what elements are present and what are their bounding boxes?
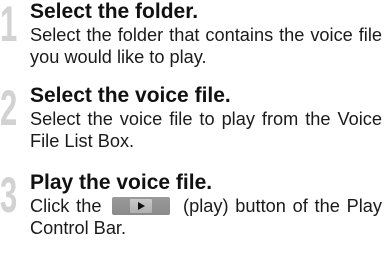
- step-2: 2 Select the voice file. Select the voic…: [0, 80, 385, 164]
- play-button-face: [130, 199, 153, 213]
- step-body-3-before: Click the: [30, 196, 102, 216]
- step-1: 1 Select the folder. Select the folder t…: [0, 0, 385, 80]
- step-body-2: Select the voice file to play from the V…: [30, 109, 382, 151]
- step-body-1: Select the folder that contains the voic…: [30, 25, 382, 67]
- step-number-3: 3: [0, 167, 18, 223]
- step-title-3: Play the voice file.: [30, 171, 213, 194]
- step-body-3: Click the (play) button of the Play Cont…: [30, 195, 382, 239]
- step-3: 3 Play the voice file. Click the (play) …: [0, 167, 385, 259]
- step-number-2: 2: [0, 80, 18, 136]
- play-button-illustration: [112, 197, 171, 215]
- step-title-1: Select the folder.: [30, 0, 199, 23]
- step-number-1: 1: [0, 0, 18, 52]
- step-title-2: Select the voice file.: [30, 84, 231, 107]
- play-icon: [138, 202, 146, 210]
